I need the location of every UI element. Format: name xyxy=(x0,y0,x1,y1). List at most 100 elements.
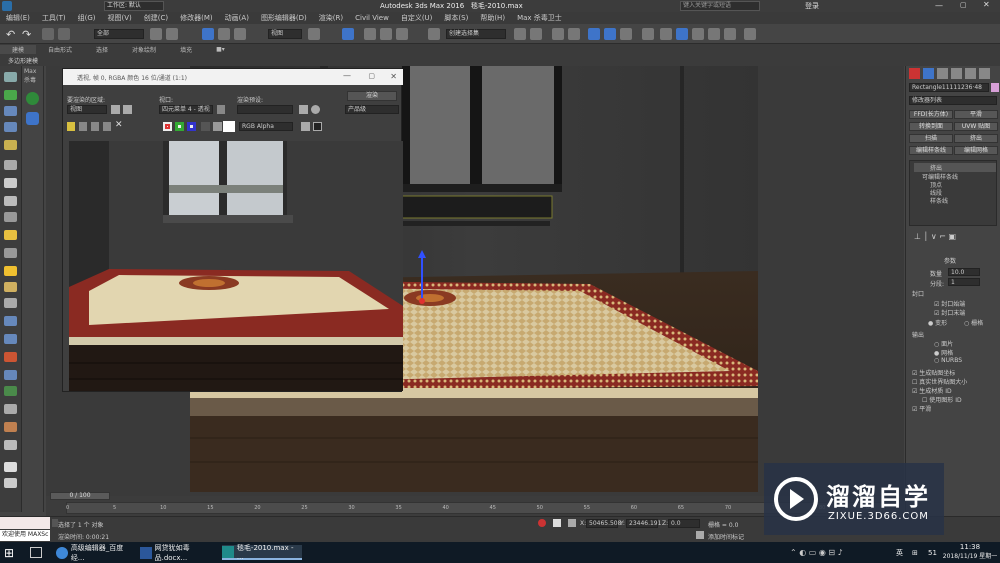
utilities-tab-icon[interactable] xyxy=(979,68,990,79)
object-color-swatch[interactable] xyxy=(991,83,999,92)
absolute-mode-icon[interactable] xyxy=(568,519,576,527)
omni-light-icon[interactable] xyxy=(4,282,17,292)
close-button[interactable]: ✕ xyxy=(983,0,990,9)
gen-mapping-checkbox[interactable]: ☑ 生成贴图坐标 xyxy=(912,368,955,377)
plugin-icon[interactable] xyxy=(4,422,17,432)
render-button[interactable]: 渲染 xyxy=(347,91,397,101)
grid-radio[interactable]: ○ 栅格 xyxy=(964,318,983,327)
systems-icon[interactable] xyxy=(4,352,17,362)
rfw-close-button[interactable]: ✕ xyxy=(390,72,397,81)
red-channel-icon[interactable] xyxy=(163,122,172,131)
maxscript-welcome[interactable]: 欢迎使用 MAXSc xyxy=(0,530,50,541)
ribbon-options-icon[interactable]: ■▾ xyxy=(204,46,237,53)
light-icon[interactable] xyxy=(4,230,17,240)
maximize-button[interactable]: ▢ xyxy=(960,1,967,9)
x-coordinate-field[interactable]: 50465.508 xyxy=(586,519,621,528)
patch-radio[interactable]: ○ 面片 xyxy=(934,339,953,348)
menu-item-13[interactable]: Max 杀毒卫士 xyxy=(511,13,568,23)
search-input[interactable]: 键入关键字或短语 xyxy=(680,1,760,11)
nurbs-radio[interactable]: ○ NURBS xyxy=(934,357,962,364)
edit-mesh-button[interactable]: 编辑网格 xyxy=(954,146,998,155)
a360-render-icon[interactable] xyxy=(724,28,736,40)
create-tab-icon[interactable] xyxy=(909,68,920,79)
tab-selection[interactable]: 选择 xyxy=(84,45,120,54)
alpha-channel-icon[interactable] xyxy=(201,122,210,131)
mesh-radio[interactable]: ● 网格 xyxy=(934,348,953,357)
cap-end-checkbox[interactable]: ☑ 封口末端 xyxy=(934,308,965,317)
time-slider[interactable]: 0 / 100 xyxy=(50,492,110,500)
select-by-name-icon[interactable] xyxy=(166,28,178,40)
tab-freeform[interactable]: 自由形式 xyxy=(36,45,84,54)
spacewarp-icon[interactable] xyxy=(4,334,17,344)
utilities-icon[interactable] xyxy=(4,160,17,170)
toggle-ui-icon[interactable] xyxy=(313,122,322,131)
render-setup-icon[interactable] xyxy=(642,28,654,40)
unlink-icon[interactable] xyxy=(58,28,70,40)
link-icon[interactable] xyxy=(42,28,54,40)
cloud-icon[interactable] xyxy=(4,440,17,450)
copy-image-icon[interactable] xyxy=(79,122,87,131)
menu-item-6[interactable]: 动画(A) xyxy=(219,13,255,23)
minimize-button[interactable]: — xyxy=(935,1,943,10)
layer-explorer-icon[interactable] xyxy=(552,28,564,40)
notification-count[interactable]: 51 xyxy=(928,545,937,560)
menu-item-4[interactable]: 创建(C) xyxy=(138,13,174,23)
edit-region-icon[interactable] xyxy=(111,105,120,114)
teapot-icon[interactable] xyxy=(4,298,17,308)
toggle-ui-overlay-icon[interactable] xyxy=(301,122,310,131)
tab-modeling[interactable]: 建模 xyxy=(0,44,37,54)
print-image-icon[interactable] xyxy=(103,122,111,131)
channel-dropdown[interactable]: RGB Alpha xyxy=(239,122,293,131)
auto-region-icon[interactable] xyxy=(123,105,132,114)
ime-icon[interactable]: ⊞ xyxy=(912,545,918,560)
align-icon[interactable] xyxy=(530,28,542,40)
cap-start-checkbox[interactable]: ☑ 封口始端 xyxy=(934,299,965,308)
turn-to-poly-button[interactable]: 转换到面 xyxy=(909,122,953,131)
menu-item-8[interactable]: 渲染(R) xyxy=(313,13,349,23)
menu-item-9[interactable]: Civil View xyxy=(349,14,395,22)
smooth-button[interactable]: 平滑 xyxy=(954,110,998,119)
camera-icon[interactable] xyxy=(4,248,17,258)
render-setup-small-icon[interactable] xyxy=(299,105,308,114)
taskbar-item-3dsmax[interactable]: 毯毛-2010.max - ... xyxy=(222,544,302,561)
display-icon[interactable] xyxy=(4,140,17,150)
clock[interactable]: 11:38 2018/11/19 星期一 xyxy=(942,543,998,560)
menu-item-11[interactable]: 脚本(S) xyxy=(438,13,474,23)
edit-named-selection-icon[interactable] xyxy=(428,28,440,40)
rfw-minimize-button[interactable]: — xyxy=(343,71,351,80)
toggle2-icon[interactable] xyxy=(4,478,17,488)
add-time-tag[interactable]: 添加时间标记 xyxy=(708,532,744,541)
pin-stack-icon[interactable]: ⊥ │ ∨ ⌐ ▣ xyxy=(914,232,956,241)
input-language[interactable]: 英 xyxy=(896,545,903,560)
menu-item-10[interactable]: 自定义(U) xyxy=(395,13,439,23)
pivot-icon[interactable] xyxy=(308,28,320,40)
scatter-icon[interactable] xyxy=(4,404,17,414)
viewport-dropdown[interactable]: 四元菜单 4 - 透视 xyxy=(159,105,213,114)
taskbar-item-word[interactable]: 网贷犹如毒品.docx... xyxy=(140,544,220,562)
undo-icon[interactable]: ↶ xyxy=(6,28,18,41)
angle-snap-icon[interactable] xyxy=(380,28,392,40)
edit-spline-button[interactable]: 编辑样条线 xyxy=(909,146,953,155)
hierarchy-icon[interactable] xyxy=(4,106,17,116)
render-activeshade-icon[interactable] xyxy=(708,28,720,40)
ffd-box-button[interactable]: FFD(长方体) xyxy=(909,110,953,119)
sphere-icon[interactable] xyxy=(4,196,17,206)
create-icon[interactable] xyxy=(4,72,17,82)
windows-start-icon[interactable]: ⊞ xyxy=(4,546,18,560)
stack-item-extrude[interactable]: 挤出 xyxy=(914,163,996,172)
helper-icon[interactable] xyxy=(4,316,17,326)
modify-icon[interactable] xyxy=(4,90,17,100)
box-icon[interactable] xyxy=(4,178,17,188)
lock-viewport-icon[interactable] xyxy=(217,105,225,114)
stack-item-spline[interactable]: 样条线 xyxy=(914,196,948,205)
sweep-button[interactable]: 扫描 xyxy=(909,134,953,143)
hierarchy-tab-icon[interactable] xyxy=(937,68,948,79)
schematic-view-icon[interactable] xyxy=(604,28,616,40)
select-manipulate-icon[interactable] xyxy=(342,28,354,40)
redo-icon[interactable]: ↷ xyxy=(22,28,34,41)
material-editor-icon[interactable] xyxy=(620,28,632,40)
menu-item-1[interactable]: 工具(T) xyxy=(36,13,72,23)
smooth-checkbox[interactable]: ☑ 平滑 xyxy=(912,404,931,413)
gen-material-checkbox[interactable]: ☑ 生成材质 ID xyxy=(912,386,952,395)
color-swatch[interactable] xyxy=(223,121,235,132)
